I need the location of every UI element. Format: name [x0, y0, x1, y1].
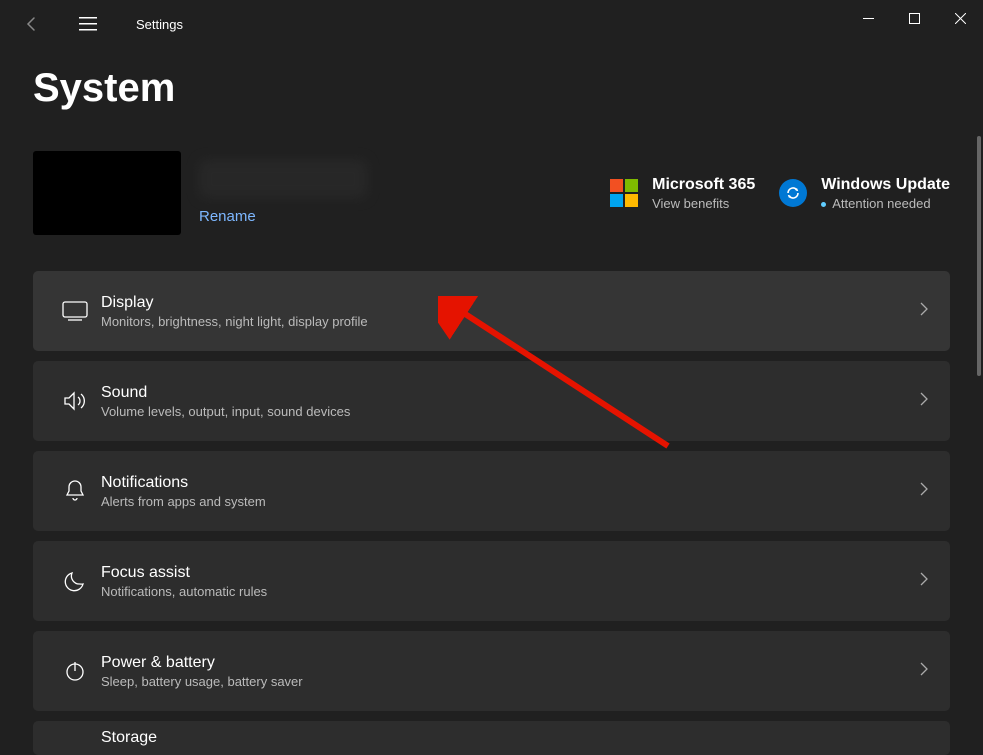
setting-item-display[interactable]: Display Monitors, brightness, night ligh… [33, 271, 950, 351]
microsoft-365-link[interactable]: Microsoft 365 View benefits [610, 176, 755, 211]
moon-icon [53, 570, 97, 592]
ms365-sub: View benefits [652, 196, 755, 211]
power-icon [53, 660, 97, 682]
item-title: Storage [101, 729, 928, 747]
display-icon [53, 301, 97, 321]
window-controls [845, 0, 983, 36]
setting-item-focus-assist[interactable]: Focus assist Notifications, automatic ru… [33, 541, 950, 621]
device-name-redacted [199, 160, 367, 198]
sound-icon [53, 390, 97, 412]
chevron-right-icon [920, 482, 928, 501]
setting-item-storage[interactable]: Storage [33, 721, 950, 755]
item-sub: Volume levels, output, input, sound devi… [101, 404, 920, 419]
titlebar: Settings [0, 0, 983, 48]
item-title: Power & battery [101, 654, 920, 672]
setting-item-power-battery[interactable]: Power & battery Sleep, battery usage, ba… [33, 631, 950, 711]
chevron-right-icon [920, 302, 928, 321]
rename-link[interactable]: Rename [199, 208, 256, 225]
item-sub: Sleep, battery usage, battery saver [101, 674, 920, 689]
microsoft-logo-icon [610, 179, 638, 207]
header-block: Rename Microsoft 365 View benefits Windo… [0, 111, 983, 271]
item-title: Sound [101, 384, 920, 402]
setting-item-notifications[interactable]: Notifications Alerts from apps and syste… [33, 451, 950, 531]
bell-icon [53, 479, 97, 503]
chevron-right-icon [920, 662, 928, 681]
app-title: Settings [136, 17, 183, 32]
update-title: Windows Update [821, 176, 950, 194]
item-sub: Monitors, brightness, night light, displ… [101, 314, 920, 329]
device-thumbnail [33, 151, 181, 235]
maximize-button[interactable] [891, 0, 937, 36]
ms365-title: Microsoft 365 [652, 176, 755, 194]
item-sub: Notifications, automatic rules [101, 584, 920, 599]
chevron-right-icon [920, 392, 928, 411]
back-button[interactable] [12, 4, 52, 44]
update-sub: Attention needed [821, 196, 950, 211]
windows-update-link[interactable]: Windows Update Attention needed [779, 176, 950, 211]
item-title: Display [101, 294, 920, 312]
setting-item-sound[interactable]: Sound Volume levels, output, input, soun… [33, 361, 950, 441]
page-title: System [0, 48, 983, 111]
scrollbar[interactable] [977, 136, 981, 376]
sync-icon [779, 179, 807, 207]
device-info: Rename [199, 160, 592, 226]
item-sub: Alerts from apps and system [101, 494, 920, 509]
item-title: Focus assist [101, 564, 920, 582]
item-title: Notifications [101, 474, 920, 492]
hamburger-menu-button[interactable] [68, 4, 108, 44]
chevron-right-icon [920, 572, 928, 591]
settings-list: Display Monitors, brightness, night ligh… [0, 271, 983, 755]
close-button[interactable] [937, 0, 983, 36]
minimize-button[interactable] [845, 0, 891, 36]
